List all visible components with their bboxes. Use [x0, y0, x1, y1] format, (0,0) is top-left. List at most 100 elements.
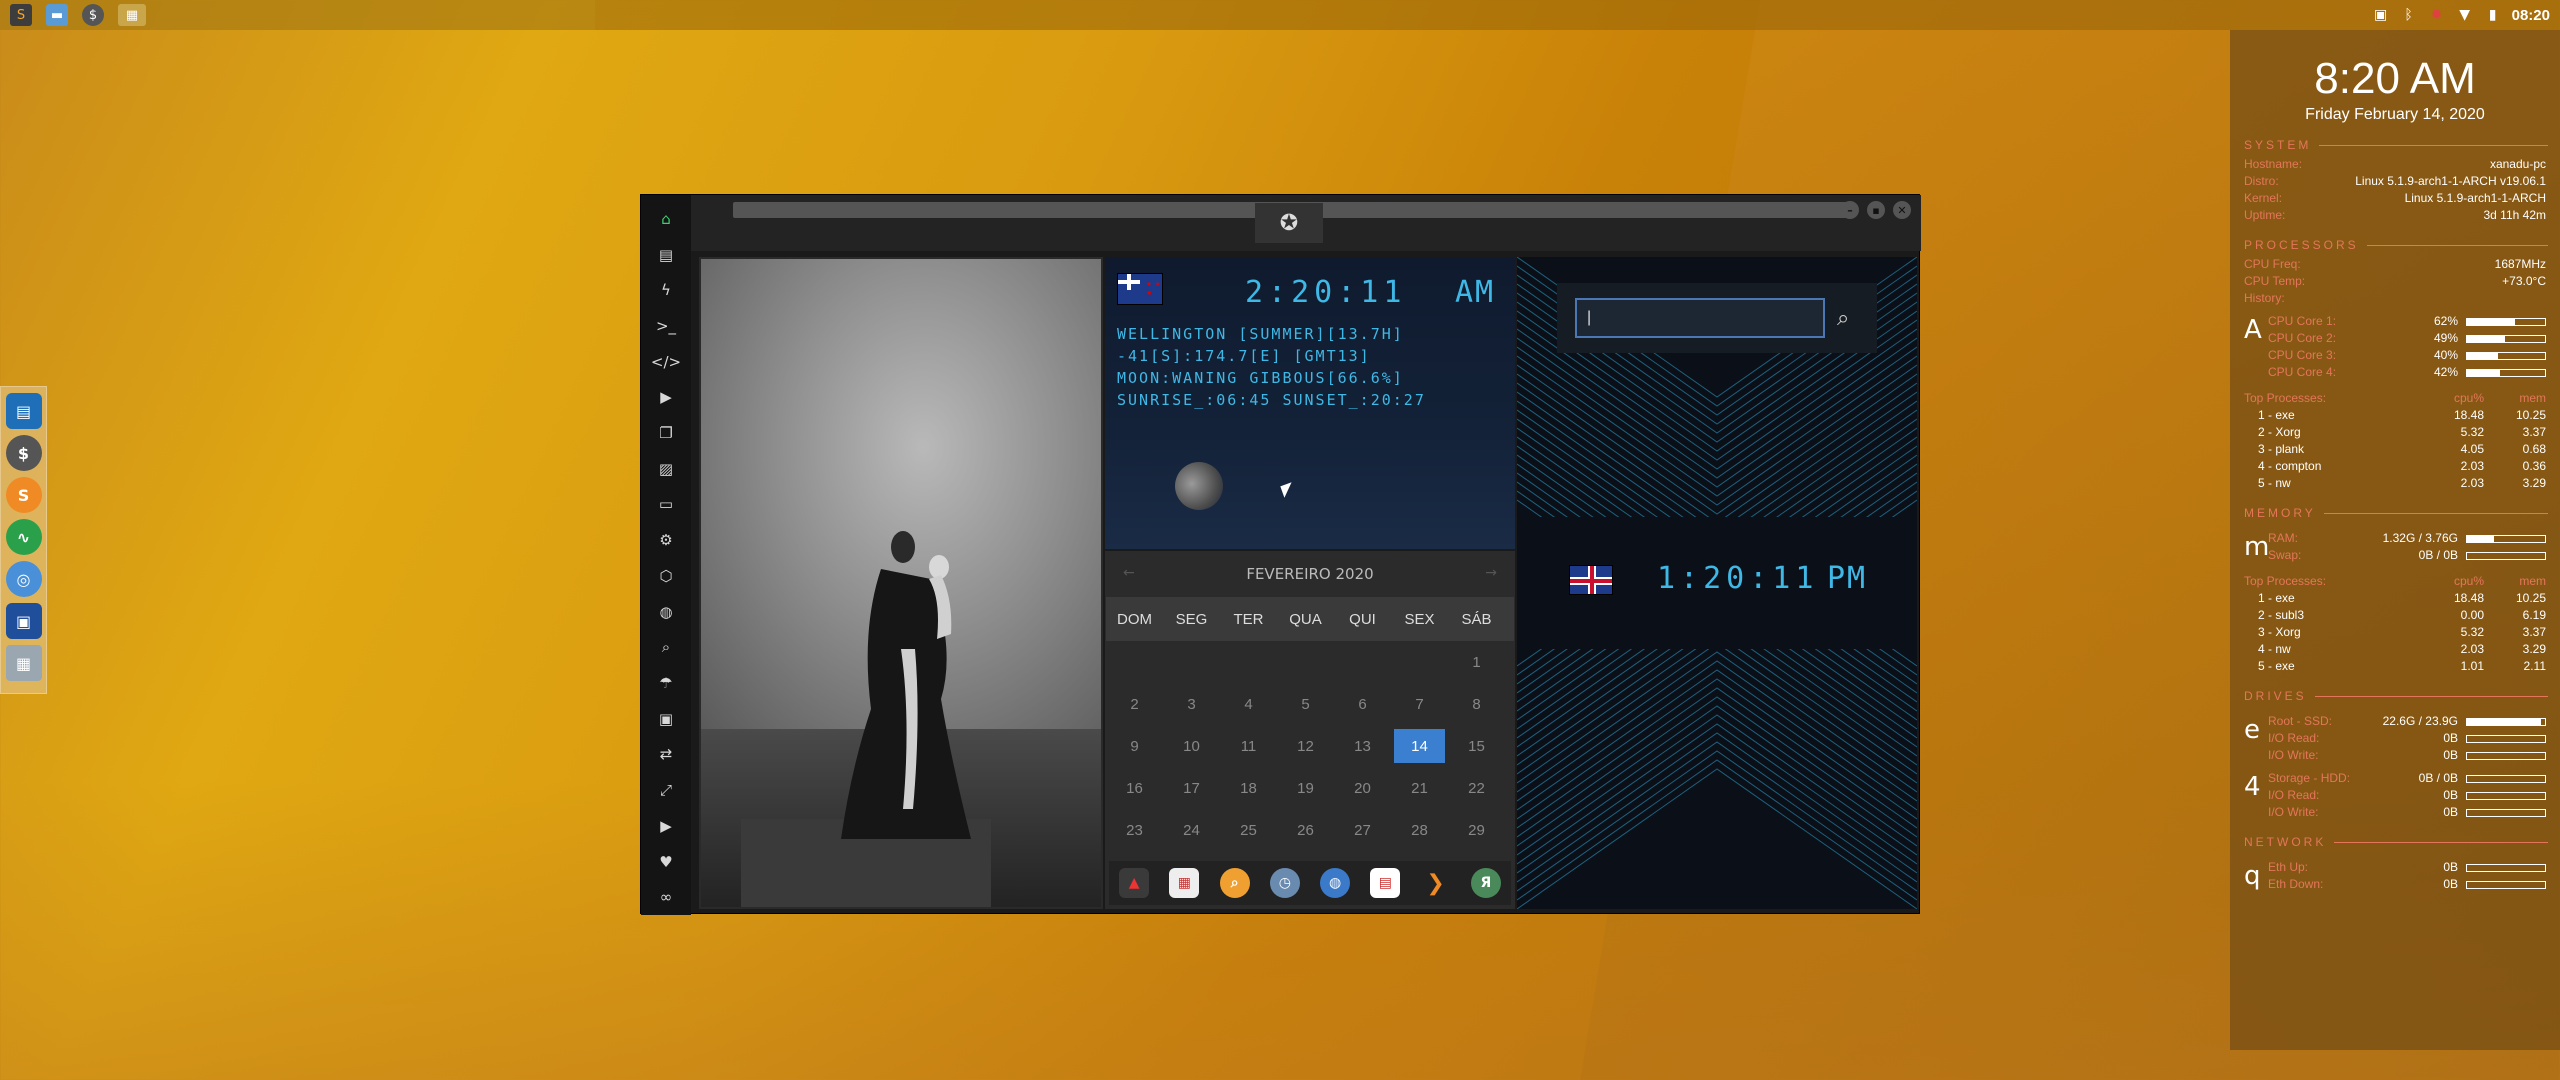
folder-icon[interactable]: ▬ [46, 4, 68, 26]
system-section-title: SYSTEM [2244, 138, 2548, 152]
maximize-button[interactable]: ▪ [1867, 201, 1885, 219]
calendar-day[interactable]: 9 [1106, 725, 1163, 767]
minimize-button[interactable]: – [1841, 201, 1859, 219]
meter-row: CPU Core 1: 62% [2268, 313, 2546, 330]
calendar-day[interactable]: 17 [1163, 767, 1220, 809]
contact-icon[interactable]: ▣ [653, 701, 679, 737]
umbrella-icon[interactable]: ☂ [653, 665, 679, 701]
calendar-day[interactable]: 27 [1334, 809, 1391, 851]
expand-icon[interactable]: ⤢ [653, 772, 679, 808]
wifi-icon[interactable]: ▼ [2456, 6, 2474, 24]
news-icon[interactable]: ▭ [653, 487, 679, 523]
magnifier-app-icon[interactable]: ⌕ [1219, 868, 1250, 898]
meter-value: 42% [2433, 365, 2458, 379]
screenshot-icon[interactable]: ▣ [5, 603, 42, 639]
calendar-weekday: QUI [1349, 610, 1376, 628]
panel-clock[interactable]: 08:20 [2512, 7, 2550, 24]
calendar-day[interactable]: 28 [1391, 809, 1448, 851]
settings-icon[interactable]: ⚙ [653, 522, 679, 558]
calendar-day[interactable]: 13 [1334, 725, 1391, 767]
sublime-icon[interactable]: S [5, 477, 42, 513]
calendar-day[interactable]: 7 [1391, 683, 1448, 725]
calendar-day[interactable]: 5 [1277, 683, 1334, 725]
search-icon[interactable]: ⌕ [653, 629, 679, 665]
info-value: xanadu-pc [2489, 157, 2546, 171]
process-cpu: 5.32 [2460, 625, 2484, 639]
home-icon[interactable]: ⌂ [653, 201, 679, 237]
chrome-icon[interactable]: ◎ [5, 561, 42, 597]
code-icon[interactable]: </> [651, 344, 681, 380]
network-icon[interactable]: ▦ [5, 645, 42, 681]
calendar-day[interactable]: 4 [1220, 683, 1277, 725]
globe-icon[interactable]: ◍ [653, 594, 679, 630]
calendar-day[interactable]: 21 [1391, 767, 1448, 809]
sublime-text-icon[interactable]: S [10, 4, 32, 26]
close-button[interactable]: ✕ [1893, 201, 1911, 219]
calendar-prev-button[interactable]: ← [1123, 565, 1135, 581]
calendar-day[interactable]: 18 [1220, 767, 1277, 809]
battery-icon[interactable]: ▮ [2484, 6, 2502, 24]
arrow-app-icon[interactable]: ❯ [1421, 868, 1451, 898]
infinity-icon[interactable]: ∞ [653, 879, 679, 915]
terminal-icon[interactable]: $ [82, 4, 104, 26]
calendar-day[interactable]: 10 [1163, 725, 1220, 767]
youtube-icon[interactable]: ▶ [653, 808, 679, 844]
image-icon[interactable]: ▣ [2372, 6, 2390, 24]
share-icon[interactable]: ⇄ [653, 737, 679, 773]
document-icon[interactable]: ▤ [653, 237, 679, 273]
meter-row: Eth Down: 0B [2268, 876, 2546, 893]
calendar-next-button[interactable]: → [1485, 565, 1497, 581]
calendar-day[interactable]: 6 [1334, 683, 1391, 725]
red-triangle-app-icon[interactable]: ▲ [1119, 868, 1150, 898]
yandex-app-icon[interactable]: Я [1470, 868, 1501, 898]
calendar-day[interactable]: 12 [1277, 725, 1334, 767]
calendar-clock-app-icon[interactable]: ▤ [1370, 868, 1401, 898]
calendar-day [1277, 641, 1334, 683]
terminal-icon[interactable]: $ [5, 435, 42, 471]
calendar-day[interactable]: 19 [1277, 767, 1334, 809]
calendar-day[interactable]: 29 [1448, 809, 1505, 851]
app-grid-icon[interactable]: ▦ [118, 4, 146, 26]
calendar-day[interactable]: 15 [1448, 725, 1505, 767]
calendar-day[interactable]: 23 [1106, 809, 1163, 851]
window-titlebar[interactable]: ✪ – ▪ ✕ [691, 195, 1921, 251]
calendar-day-today[interactable]: 14 [1394, 729, 1445, 763]
search-input[interactable] [1575, 298, 1825, 338]
calendar-day[interactable]: 20 [1334, 767, 1391, 809]
calendar-day[interactable]: 22 [1448, 767, 1505, 809]
calendar-day[interactable]: 1 [1448, 641, 1505, 683]
image-icon[interactable]: ▨ [653, 451, 679, 487]
calendar-day[interactable]: 11 [1220, 725, 1277, 767]
process-cpu: 18.48 [2453, 591, 2484, 605]
calendar-day[interactable]: 25 [1220, 809, 1277, 851]
heart-icon[interactable]: ♥ [653, 844, 679, 880]
calendar-day[interactable]: 16 [1106, 767, 1163, 809]
info-label: CPU Freq: [2244, 257, 2301, 271]
play-icon[interactable]: ▶ [653, 380, 679, 416]
calendar-day[interactable]: 3 [1163, 683, 1220, 725]
system-monitor-icon[interactable]: ∿ [5, 519, 42, 555]
bluetooth-icon[interactable]: ᛒ [2400, 6, 2418, 24]
calendar-day[interactable]: 26 [1277, 809, 1334, 851]
calendar-month: FEVEREIRO 2020 [1246, 565, 1374, 583]
clock-app-icon[interactable]: ◷ [1269, 868, 1300, 898]
search-icon[interactable]: ⌕ [1837, 306, 1849, 331]
calendar-day[interactable]: 2 [1106, 683, 1163, 725]
globe-app-icon[interactable]: ◍ [1320, 868, 1351, 898]
calendar-app-icon[interactable]: ▦ [1169, 868, 1200, 898]
calendar-day[interactable]: 8 [1448, 683, 1505, 725]
chevron-line [1517, 427, 1917, 517]
terminal-icon[interactable]: >_ [653, 308, 679, 344]
calendar-day[interactable]: 24 [1163, 809, 1220, 851]
app-store-icon[interactable]: ▤ [5, 393, 42, 429]
bolt-icon[interactable]: ϟ [653, 272, 679, 308]
meter-value: 49% [2433, 331, 2458, 345]
rebel-emblem-icon: ✪ [1255, 203, 1323, 243]
info-label: Distro: [2244, 174, 2279, 188]
meter-value: 1.32G / 3.76G [2382, 531, 2458, 545]
chevron-line [1517, 373, 1917, 515]
bug-icon[interactable]: ✹ [2428, 6, 2446, 24]
mem-top-processes-header: Top Processes: cpu% mem [2244, 574, 2546, 588]
copy-icon[interactable]: ❐ [653, 415, 679, 451]
hexagon-icon[interactable]: ⬡ [653, 558, 679, 594]
